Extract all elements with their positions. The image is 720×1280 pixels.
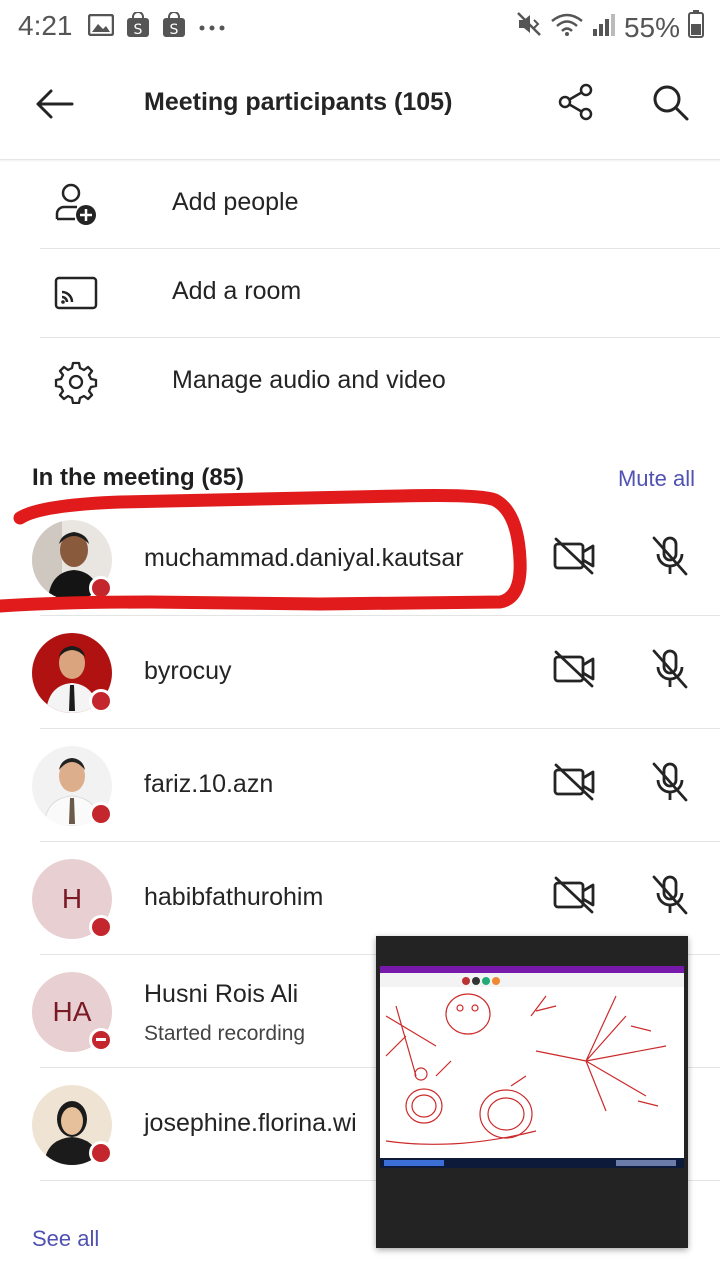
status-busy-badge xyxy=(89,689,113,713)
add-people-label: Add people xyxy=(172,188,299,216)
section-title: In the meeting (85) xyxy=(32,464,245,491)
status-bar: 4:21 S S 55% xyxy=(0,0,720,50)
participant-name: josephine.florina.wi xyxy=(144,1109,357,1137)
camera-off-icon xyxy=(552,649,600,697)
shopping-bag-icon: S xyxy=(126,11,150,43)
signal-icon xyxy=(592,12,616,44)
status-busy-badge xyxy=(89,576,113,600)
shared-whiteboard-thumbnail xyxy=(380,966,684,1168)
share-button[interactable] xyxy=(552,80,600,128)
system-status: 55% xyxy=(516,10,704,45)
mute-icon xyxy=(516,11,542,44)
page-title: Meeting participants (105) xyxy=(144,88,453,116)
participant-name: habibfathurohim xyxy=(144,883,324,911)
participant-row[interactable]: muchammad.daniyal.kautsar xyxy=(0,504,720,616)
image-icon xyxy=(87,13,115,41)
participant-name: byrocuy xyxy=(144,657,232,685)
mic-off-icon xyxy=(648,647,696,695)
status-time: 4:21 xyxy=(18,10,73,41)
avatar-initials: HA xyxy=(52,996,92,1027)
divider xyxy=(40,728,720,729)
wifi-icon xyxy=(550,11,584,44)
manage-audio-video-row[interactable]: Manage audio and video xyxy=(0,338,720,426)
camera-off-icon xyxy=(552,536,600,584)
avatar-initials: H xyxy=(61,883,83,914)
status-busy-badge xyxy=(89,915,113,939)
mute-all-button[interactable]: Mute all xyxy=(618,466,695,492)
add-room-row[interactable]: Add a room xyxy=(0,249,720,337)
shopping-bag-icon: S xyxy=(162,11,186,43)
battery-icon xyxy=(688,10,704,45)
participant-name: fariz.10.azn xyxy=(144,770,274,798)
participant-status-text: Started recording xyxy=(144,1022,306,1045)
screen-share-preview[interactable] xyxy=(376,936,688,1248)
status-busy-badge xyxy=(89,802,113,826)
mic-off-icon xyxy=(648,534,696,582)
search-button[interactable] xyxy=(646,80,694,128)
mic-off-icon xyxy=(648,760,696,808)
back-button[interactable] xyxy=(30,82,78,130)
participant-name: Husni Rois Ali xyxy=(144,980,299,1008)
svg-text:S: S xyxy=(134,22,143,38)
add-person-icon xyxy=(52,180,100,228)
add-people-row[interactable]: Add people xyxy=(0,160,720,248)
notification-icons: S S xyxy=(87,11,226,43)
camera-off-icon xyxy=(552,762,600,810)
cast-icon xyxy=(52,269,100,317)
manage-audio-video-label: Manage audio and video xyxy=(172,366,446,394)
battery-percent: 55% xyxy=(623,11,680,43)
divider xyxy=(40,615,720,616)
see-all-link[interactable]: See all xyxy=(32,1226,99,1252)
app-bar: Meeting participants (105) xyxy=(0,50,720,160)
add-room-label: Add a room xyxy=(172,277,302,305)
mic-off-icon xyxy=(648,873,696,921)
more-dots-icon xyxy=(198,19,226,37)
divider xyxy=(40,841,720,842)
search-icon xyxy=(650,82,690,127)
participant-row[interactable]: byrocuy xyxy=(0,617,720,729)
status-do-not-disturb-badge xyxy=(89,1028,113,1052)
arrow-left-icon xyxy=(34,88,74,125)
share-icon xyxy=(556,82,596,127)
participant-row[interactable]: fariz.10.azn xyxy=(0,730,720,842)
gear-icon xyxy=(52,358,100,406)
svg-text:S: S xyxy=(170,22,179,38)
participant-name: muchammad.daniyal.kautsar xyxy=(144,544,464,572)
camera-off-icon xyxy=(552,875,600,923)
status-busy-badge xyxy=(89,1141,113,1165)
